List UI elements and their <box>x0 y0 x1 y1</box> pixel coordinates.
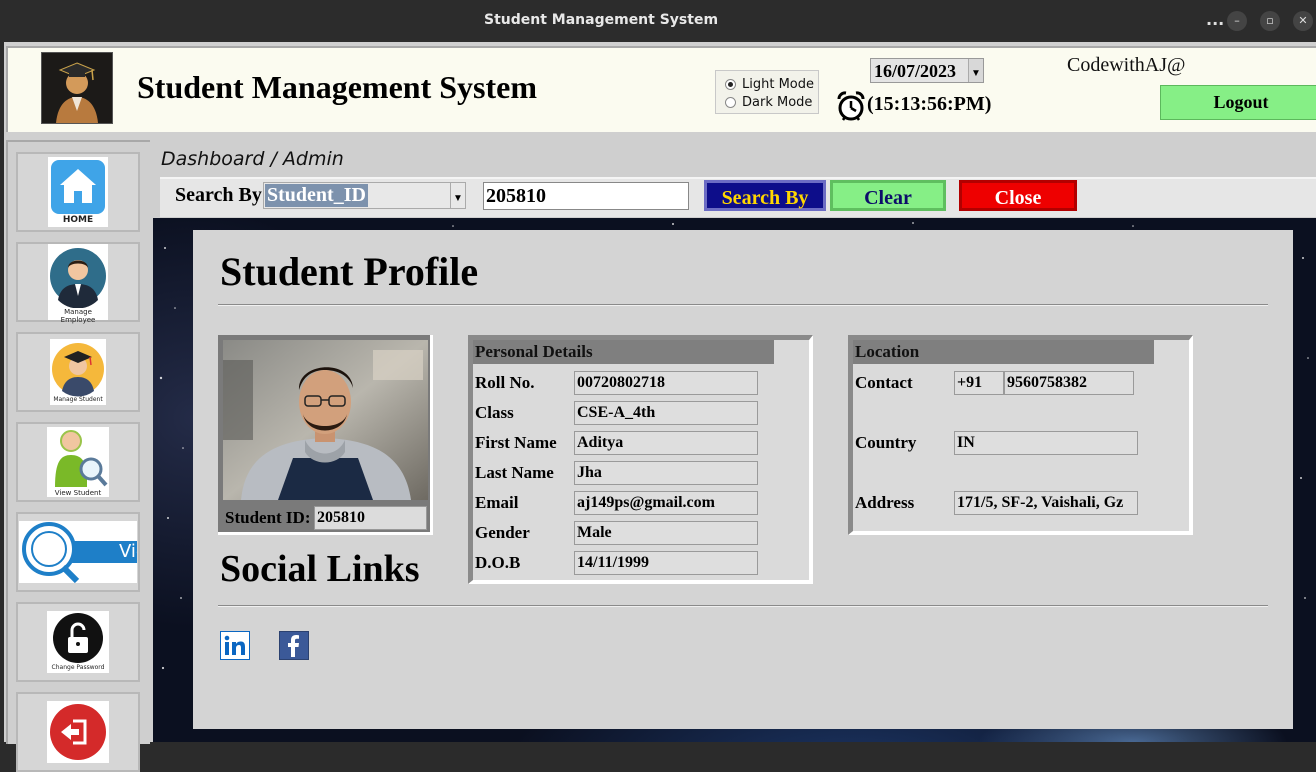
search-by-label: Search By <box>175 184 262 206</box>
close-window-button[interactable]: ✕ <box>1293 11 1313 31</box>
student-photo <box>223 340 428 500</box>
close-button[interactable]: Close <box>959 180 1077 211</box>
sidebar-item-view[interactable]: Viev <box>16 512 140 592</box>
search-input[interactable] <box>483 182 689 210</box>
first-name-label: First Name <box>475 433 557 452</box>
divider <box>218 304 1268 306</box>
email-label: Email <box>475 493 519 512</box>
app-title: Student Management System <box>137 69 537 105</box>
current-time: (15:13:56:PM) <box>867 93 992 115</box>
email-value: aj149ps@gmail.com <box>574 491 758 515</box>
roll-no-label: Roll No. <box>475 373 535 392</box>
profile-title: Student Profile <box>220 249 479 294</box>
phone-value: 9560758382 <box>1004 371 1134 395</box>
location-title: Location <box>853 340 1154 364</box>
search-field-value: Student_ID <box>265 184 368 207</box>
contact-label: Contact <box>855 373 913 392</box>
gender-value: Male <box>574 521 758 545</box>
search-button[interactable]: Search By <box>704 180 826 211</box>
linkedin-icon[interactable] <box>220 631 250 660</box>
sidebar-item-change-password[interactable]: Change Password <box>16 602 140 682</box>
personal-details-title: Personal Details <box>473 340 774 364</box>
dark-mode-radio[interactable]: Dark Mode <box>725 93 812 111</box>
sidebar-item-label: View Student <box>54 489 102 497</box>
country-label: Country <box>855 433 917 452</box>
country-value: IN <box>954 431 1138 455</box>
divider <box>218 605 1268 607</box>
last-name-value: Jha <box>574 461 758 485</box>
address-label: Address <box>855 493 915 512</box>
dark-mode-label: Dark Mode <box>742 94 813 110</box>
date-value: 16/07/2023 <box>874 61 957 81</box>
more-options-button[interactable]: ... <box>1206 10 1224 29</box>
light-mode-radio[interactable]: Light Mode <box>725 75 814 93</box>
dob-label: D.O.B <box>475 553 521 572</box>
exit-icon <box>47 701 109 763</box>
magnifier-icon: Viev <box>19 521 137 583</box>
address-value: 171/5, SF-2, Vaishali, Gz <box>954 491 1138 515</box>
student-id-label: Student ID: <box>225 508 311 527</box>
class-label: Class <box>475 403 514 422</box>
theme-mode-group: Light Mode Dark Mode <box>715 70 819 114</box>
gender-label: Gender <box>475 523 530 542</box>
minimize-button[interactable]: – <box>1227 11 1247 31</box>
radio-unselected-icon <box>725 96 736 108</box>
sidebar-item-label: Change Password <box>51 664 105 671</box>
first-name-value: Aditya <box>574 431 758 455</box>
app-header: Student Management System Light Mode Dar… <box>6 46 1316 132</box>
sidebar-item-manage-student[interactable]: Manage Student <box>16 332 140 412</box>
sidebar-item-manage-employee[interactable]: Manage Employee <box>16 242 140 324</box>
student-icon: Manage Student <box>50 339 106 405</box>
sidebar-item-label: Manage Employee <box>60 308 96 324</box>
light-mode-label: Light Mode <box>742 76 814 92</box>
radio-selected-icon <box>725 78 736 90</box>
roll-no-value: 00720802718 <box>574 371 758 395</box>
sidebar-item-label: Viev <box>119 541 137 562</box>
chevron-down-icon[interactable]: ▼ <box>968 59 983 82</box>
view-student-icon: View Student <box>47 427 109 497</box>
class-value: CSE-A_4th <box>574 401 758 425</box>
sidebar-item-home[interactable]: HOME <box>16 152 140 232</box>
clear-button[interactable]: Clear <box>830 180 946 211</box>
sidebar-item-exit[interactable] <box>16 692 140 772</box>
sidebar: HOME Manage Employee Manage Student View… <box>6 140 150 772</box>
home-icon: HOME <box>48 157 108 227</box>
window-title: Student Management System <box>484 12 719 28</box>
sidebar-item-label: HOME <box>62 215 94 225</box>
window-titlebar: Student Management System ... – ▫ ✕ <box>0 0 1316 42</box>
social-links-title: Social Links <box>220 548 420 590</box>
country-code-value: +91 <box>954 371 1004 395</box>
restore-button[interactable]: ▫ <box>1260 11 1280 31</box>
alarm-clock-icon <box>837 91 865 121</box>
username-label: CodewithAJ@ <box>1067 54 1186 76</box>
date-picker[interactable]: 16/07/2023 ▼ <box>870 58 984 83</box>
search-field-select[interactable]: Student_ID ▼ <box>263 182 466 209</box>
last-name-label: Last Name <box>475 463 554 482</box>
dob-value: 14/11/1999 <box>574 551 758 575</box>
graduate-logo-icon <box>41 52 113 124</box>
logout-button[interactable]: Logout <box>1160 85 1316 120</box>
student-id-value: 205810 <box>314 506 427 530</box>
employee-icon: Manage Employee <box>48 244 108 324</box>
lock-icon: Change Password <box>47 611 109 673</box>
sidebar-item-view-student[interactable]: View Student <box>16 422 140 502</box>
breadcrumb: Dashboard / Admin <box>161 148 344 170</box>
chevron-down-icon[interactable]: ▼ <box>450 183 465 208</box>
sidebar-item-label: Manage Student <box>53 396 103 403</box>
facebook-icon[interactable] <box>279 631 309 660</box>
